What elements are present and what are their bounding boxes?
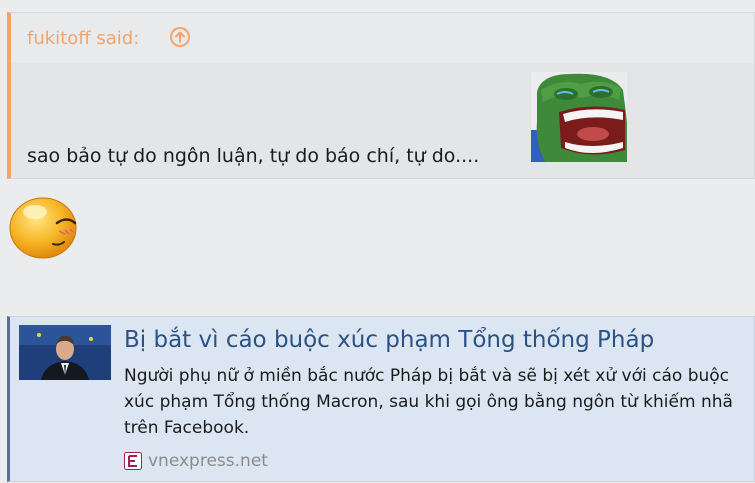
source-domain[interactable]: vnexpress.net — [148, 450, 268, 472]
blushing-smiley-icon — [9, 197, 77, 259]
arrow-up-circle-icon[interactable] — [169, 26, 191, 48]
vnexpress-logo-icon — [124, 452, 142, 470]
link-preview-card[interactable]: Bị bắt vì cáo buộc xúc phạm Tổng thống P… — [7, 316, 755, 482]
link-preview-title[interactable]: Bị bắt vì cáo buộc xúc phạm Tổng thống P… — [124, 325, 654, 355]
quote-text: sao bảo tự do ngôn luận, tự do báo chí, … — [27, 145, 480, 167]
quote-author-link[interactable]: fukitoff said: — [27, 28, 139, 50]
laughing-pepe-frog-image — [531, 72, 627, 162]
article-thumbnail-image[interactable] — [19, 325, 111, 380]
quote-header: fukitoff said: — [11, 13, 754, 63]
quote-block: fukitoff said: sao bảo tự do ngôn luận, … — [7, 12, 755, 179]
link-preview-description: Người phụ nữ ở miền bắc nước Pháp bị bắt… — [124, 366, 733, 438]
